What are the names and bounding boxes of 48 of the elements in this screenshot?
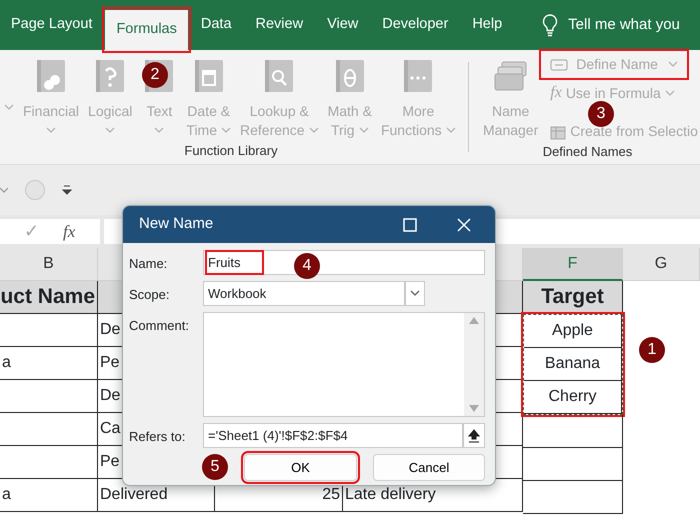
table-cell: a: [0, 347, 98, 380]
collapse-button[interactable]: [463, 423, 485, 448]
dialog-title: New Name: [139, 214, 214, 234]
column-header[interactable]: B: [0, 248, 98, 281]
cancel-button[interactable]: Cancel: [373, 454, 485, 481]
insert-function-icon[interactable]: fx: [63, 218, 76, 244]
step-number: 1: [639, 337, 665, 363]
customize-icon[interactable]: [62, 185, 72, 195]
group-label: Function Library: [183, 142, 279, 160]
column-header[interactable]: G: [623, 248, 700, 281]
tell-me-search[interactable]: Tell me what you: [568, 14, 680, 36]
ribbon-tab[interactable]: Formulas: [105, 10, 188, 50]
comment-field[interactable]: [203, 312, 485, 417]
table-cell: a: [0, 479, 98, 512]
chevron-icon[interactable]: [410, 290, 420, 297]
table-cell: Banana: [524, 348, 622, 381]
table-cell: Apple: [524, 315, 622, 348]
tag-icon: [550, 58, 568, 70]
refers-to-field[interactable]: ='Sheet1 (4)'!$F$2:$F$4: [203, 423, 463, 448]
chevron-icon[interactable]: [0, 186, 8, 194]
ribbon-tab[interactable]: Help: [461, 0, 514, 50]
field-label: Refers to:: [129, 428, 186, 446]
ribbon-tab[interactable]: Page Layout: [0, 0, 104, 50]
upload-icon: [468, 428, 480, 442]
header-cell: uct Name: [0, 281, 98, 314]
field-label: Scope:: [129, 286, 170, 304]
ok-button[interactable]: OK: [244, 454, 357, 481]
table-icon: [550, 124, 566, 140]
circle-icon[interactable]: [24, 179, 46, 201]
ribbon-tab[interactable]: Review: [244, 0, 314, 50]
scroll-down-icon[interactable]: [469, 405, 479, 412]
ribbon-tab[interactable]: View: [316, 0, 370, 50]
lightbulb-icon[interactable]: [541, 13, 560, 37]
scroll-up-icon[interactable]: [469, 317, 479, 324]
ribbon-tab[interactable]: Data: [190, 0, 243, 50]
fx-icon: fx: [550, 81, 562, 105]
field-label: Comment:: [129, 317, 190, 335]
column-header[interactable]: F: [523, 248, 623, 281]
group-label: Defined Names: [542, 143, 634, 161]
field-label: Name:: [129, 255, 168, 273]
ribbon-tab[interactable]: Developer: [371, 0, 460, 50]
table-cell: Cherry: [524, 381, 622, 414]
close-icon[interactable]: [457, 218, 471, 232]
header-cell: Target: [523, 281, 623, 314]
maximize-icon[interactable]: [403, 218, 417, 232]
scope-dropdown[interactable]: Workbook: [203, 281, 405, 306]
dropdown-button[interactable]: [405, 281, 425, 306]
enter-icon[interactable]: ✓: [24, 218, 39, 245]
